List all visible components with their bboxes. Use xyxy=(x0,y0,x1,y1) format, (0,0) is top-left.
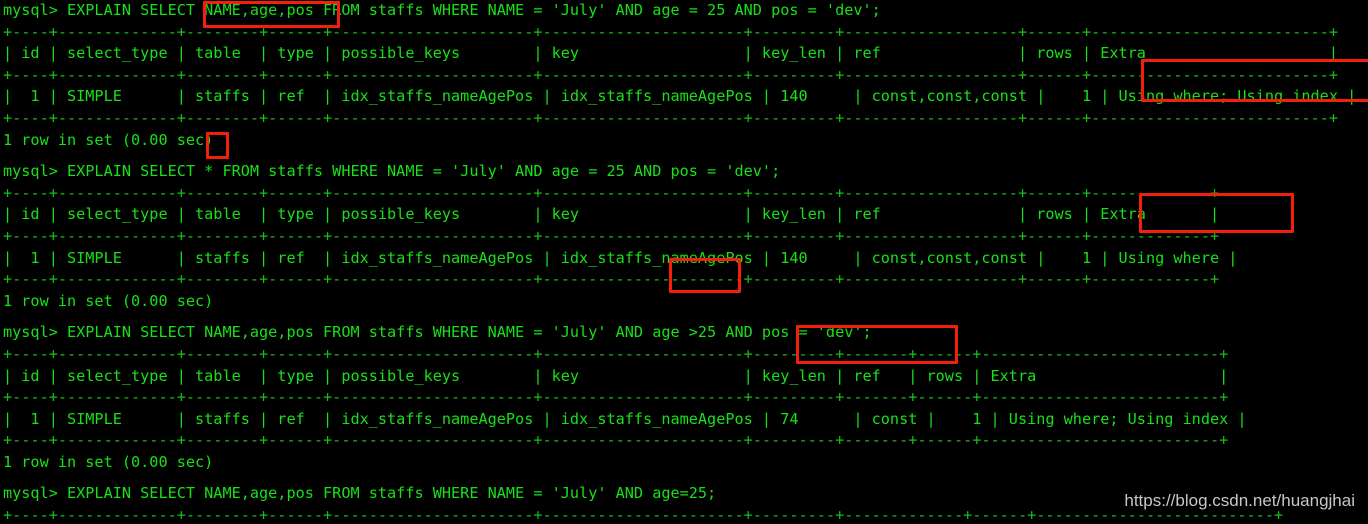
table-header-row: | id | select_type | table | type | poss… xyxy=(3,205,1220,224)
table-separator-top: +----+-------------+--------+------+----… xyxy=(3,22,1338,41)
table-separator-mid: +----+-------------+--------+------+----… xyxy=(3,226,1220,245)
table-separator-top: +----+-------------+--------+------+----… xyxy=(3,344,1229,363)
query-block-2: mysql> EXPLAIN SELECT * FROM staffs WHER… xyxy=(0,161,1368,312)
result-status: 1 row in set (0.00 sec) xyxy=(3,452,214,471)
query-block-1: mysql> EXPLAIN SELECT NAME,age,pos FROM … xyxy=(0,0,1368,151)
terminal-window: mysql> EXPLAIN SELECT NAME,age,pos FROM … xyxy=(0,0,1368,524)
result-status: 1 row in set (0.00 sec) xyxy=(3,291,214,310)
command-line[interactable]: mysql> EXPLAIN SELECT * FROM staffs WHER… xyxy=(0,161,1368,183)
table-separator-bottom: +----+-------------+--------+------+----… xyxy=(3,431,1229,450)
table-header-row: | id | select_type | table | type | poss… xyxy=(3,366,1229,385)
table-header-row: | id | select_type | table | type | poss… xyxy=(3,44,1338,63)
table-row: | 1 | SIMPLE | staffs | ref | idx_staffs… xyxy=(3,409,1247,428)
table-separator-mid: +----+-------------+--------+------+----… xyxy=(3,65,1338,84)
command-line[interactable]: mysql> EXPLAIN SELECT NAME,age,pos FROM … xyxy=(0,322,1368,344)
table-row: | 1 | SIMPLE | staffs | ref | idx_staffs… xyxy=(3,248,1238,267)
table-separator-bottom: +----+-------------+--------+------+----… xyxy=(3,108,1338,127)
command-line[interactable]: mysql> EXPLAIN SELECT NAME,age,pos FROM … xyxy=(0,0,1368,22)
table-separator-bottom: +----+-------------+--------+------+----… xyxy=(3,270,1220,289)
table-separator-mid: +----+-------------+--------+------+----… xyxy=(3,388,1229,407)
result-status: 1 row in set (0.00 sec) xyxy=(3,130,214,149)
watermark-url: https://blog.csdn.net/huangjhai xyxy=(1124,491,1355,510)
table-separator-top: +----+-------------+--------+------+----… xyxy=(3,183,1220,202)
query-block-3: mysql> EXPLAIN SELECT NAME,age,pos FROM … xyxy=(0,322,1368,473)
table-row: | 1 | SIMPLE | staffs | ref | idx_staffs… xyxy=(3,87,1357,106)
